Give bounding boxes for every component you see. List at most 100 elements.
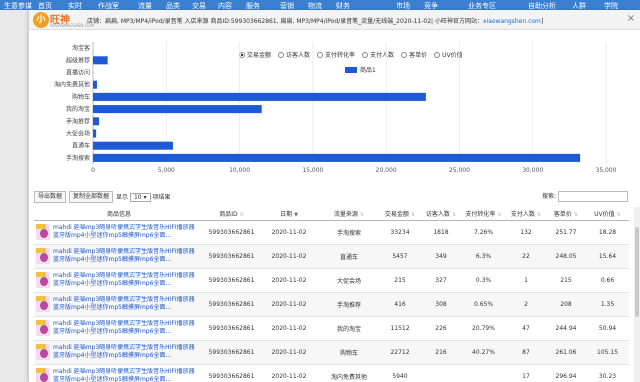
sort-desc-icon[interactable]: ▼	[294, 212, 298, 218]
category-label: 超级推荐	[66, 56, 90, 64]
sort-icon[interactable]: ⇅	[360, 212, 364, 218]
bar-我的淘宝[interactable]	[93, 105, 262, 114]
cell-price: 296.94	[546, 364, 586, 382]
table-row[interactable]: mahdi 延福mp3随身听便携式学生版音乐HIFI播放器蓝牙版mp4小型迷你m…	[34, 316, 629, 341]
table-row[interactable]: mahdi 延福mp3随身听便携式学生版音乐HIFI播放器蓝牙版mp4小型迷你m…	[34, 268, 629, 293]
column-header[interactable]: 商品ID ⇅	[204, 207, 259, 221]
sort-icon[interactable]: ⇅	[411, 212, 415, 218]
cell-amount: 11512	[379, 316, 421, 341]
bar-淘内免费其他[interactable]	[93, 80, 97, 89]
column-header[interactable]: UV价值 ⇅	[586, 207, 629, 221]
copy-all-data-button[interactable]: 复制全部数据	[69, 191, 114, 203]
x-tick-label: 35,000	[596, 167, 617, 174]
page-size-selector: 显示 10 ▾ 项结果	[116, 192, 170, 202]
product-title-link[interactable]: mahdi 延福mp3随身听便携式学生版音乐HIFI播放器蓝牙版mp4小型迷你m…	[53, 344, 198, 360]
export-data-button[interactable]: 导出数据	[34, 191, 67, 203]
product-thumbnail[interactable]	[36, 344, 50, 360]
table-controls: 导出数据 复制全部数据 显示 10 ▾ 项结果 搜索:	[34, 191, 634, 205]
column-header[interactable]: 支付转化率 ⇅	[461, 207, 506, 221]
table-row[interactable]: mahdi 延福mp3随身听便携式学生版音乐HIFI播放器蓝牙版mp4小型迷你m…	[34, 340, 629, 365]
cell-visitors: 327	[421, 268, 461, 293]
cell-source: 手淘推荐	[319, 292, 379, 317]
search-box: 搜索:	[542, 191, 628, 202]
product-cell: mahdi 延福mp3随身听便携式学生版音乐HIFI播放器蓝牙版mp4小型迷你m…	[34, 364, 204, 382]
cell-source: 大促会场	[319, 268, 379, 293]
x-tick-label: 10,000	[229, 167, 250, 174]
sort-icon[interactable]: ⇅	[537, 212, 541, 218]
cell-rate: 0.65%	[461, 292, 506, 317]
bar-直通车[interactable]	[93, 141, 173, 150]
product-thumbnail[interactable]	[36, 248, 50, 264]
column-header[interactable]: 日期 ▼	[259, 207, 319, 221]
column-header[interactable]: 交易金额 ⇅	[379, 207, 421, 221]
column-header[interactable]: 商品信息	[34, 207, 204, 221]
cell-price: 251.77	[546, 220, 586, 245]
scrollbar-thumb[interactable]	[635, 227, 639, 317]
category-label: 直播访问	[66, 69, 90, 77]
sort-icon[interactable]: ⇅	[574, 212, 578, 218]
cell-visitors	[421, 364, 461, 382]
column-header[interactable]: 流量来源 ⇅	[319, 207, 379, 221]
cell-rate: 40.27%	[461, 340, 506, 365]
table-row[interactable]: mahdi 延福mp3随身听便携式学生版音乐HIFI播放器蓝牙版mp4小型迷你m…	[34, 364, 629, 382]
bar-手淘推荐[interactable]	[93, 117, 100, 126]
product-thumbnail[interactable]	[36, 296, 50, 312]
product-title-link[interactable]: mahdi 延福mp3随身听便携式学生版音乐HIFI播放器蓝牙版mp4小型迷你m…	[53, 272, 198, 288]
close-icon[interactable]: ×	[627, 13, 635, 24]
shop-info-label: 店铺：扁扁, MP3/MP4/iPod/录音笔 入店来源 商品ID:599303…	[87, 18, 483, 25]
cell-id: 599303662861	[204, 316, 259, 341]
category-label: 购物车	[72, 93, 90, 101]
official-site-link[interactable]: xiaowangshen.com	[483, 18, 541, 25]
bar-超级推荐[interactable]	[93, 56, 108, 65]
category-label: 手淘推荐	[66, 117, 90, 125]
sort-icon[interactable]: ⇅	[497, 212, 501, 218]
cell-id: 599303662861	[204, 268, 259, 293]
product-cell: mahdi 延福mp3随身听便携式学生版音乐HIFI播放器蓝牙版mp4小型迷你m…	[34, 220, 204, 245]
table-scrollbar[interactable]	[634, 207, 640, 382]
cell-buyers: 87	[506, 340, 546, 365]
cell-rate: 7.26%	[461, 220, 506, 245]
product-title-link[interactable]: mahdi 延福mp3随身听便携式学生版音乐HIFI播放器蓝牙版mp4小型迷你m…	[53, 368, 198, 382]
product-thumbnail[interactable]	[36, 224, 50, 240]
sort-icon[interactable]: ⇅	[452, 212, 456, 218]
cell-rate: 0.3%	[461, 268, 506, 293]
cell-amount: 215	[379, 268, 421, 293]
product-title-link[interactable]: mahdi 延福mp3随身听便携式学生版音乐HIFI播放器蓝牙版mp4小型迷你m…	[53, 248, 198, 264]
table-row[interactable]: mahdi 延福mp3随身听便携式学生版音乐HIFI播放器蓝牙版mp4小型迷你m…	[34, 292, 629, 317]
table-row[interactable]: mahdi 延福mp3随身听便携式学生版音乐HIFI播放器蓝牙版mp4小型迷你m…	[34, 244, 629, 269]
bar-购物车[interactable]	[93, 92, 426, 101]
cell-uv: 105.15	[586, 340, 629, 365]
product-title-link[interactable]: mahdi 延福mp3随身听便携式学生版音乐HIFI播放器蓝牙版mp4小型迷你m…	[53, 320, 198, 336]
cell-date: 2020-11-02	[259, 292, 319, 317]
page-size-select[interactable]: 10 ▾	[129, 193, 151, 202]
bar-大促会场[interactable]	[93, 129, 97, 138]
cell-rate: 6.3%	[461, 244, 506, 269]
cell-amount: 5457	[379, 244, 421, 269]
popup-title-bar: 小 旺神 XIAOWANGSHEN.COM 店铺：扁扁, MP3/MP4/iPo…	[29, 10, 640, 30]
cell-id: 599303662861	[204, 220, 259, 245]
table-row[interactable]: mahdi 延福mp3随身听便携式学生版音乐HIFI播放器蓝牙版mp4小型迷你m…	[34, 220, 629, 245]
cell-source: 购物车	[319, 340, 379, 365]
cell-source: 直通车	[319, 244, 379, 269]
category-label: 直通车	[72, 142, 90, 150]
column-header[interactable]: 访客人数 ⇅	[421, 207, 461, 221]
cell-price: 248.05	[546, 244, 586, 269]
product-thumbnail[interactable]	[36, 272, 50, 288]
cell-amount: 22712	[379, 340, 421, 365]
column-header[interactable]: 支付人数 ⇅	[506, 207, 546, 221]
sort-icon[interactable]: ⇅	[240, 212, 244, 218]
product-thumbnail[interactable]	[36, 320, 50, 336]
product-thumbnail[interactable]	[36, 368, 50, 382]
cell-date: 2020-11-02	[259, 244, 319, 269]
product-title-link[interactable]: mahdi 延福mp3随身听便携式学生版音乐HIFI播放器蓝牙版mp4小型迷你m…	[53, 224, 198, 240]
product-cell: mahdi 延福mp3随身听便携式学生版音乐HIFI播放器蓝牙版mp4小型迷你m…	[34, 292, 204, 317]
search-input[interactable]	[558, 191, 628, 202]
bar-手淘搜索[interactable]	[93, 153, 581, 162]
sort-icon[interactable]: ⇅	[617, 212, 621, 218]
column-header[interactable]: 客单价 ⇅	[546, 207, 586, 221]
logo-mark-icon: 小	[33, 12, 49, 28]
cell-id: 599303662861	[204, 340, 259, 365]
cell-uv: 1.35	[586, 292, 629, 317]
cell-price: 244.94	[546, 316, 586, 341]
product-title-link[interactable]: mahdi 延福mp3随身听便携式学生版音乐HIFI播放器蓝牙版mp4小型迷你m…	[53, 296, 198, 312]
